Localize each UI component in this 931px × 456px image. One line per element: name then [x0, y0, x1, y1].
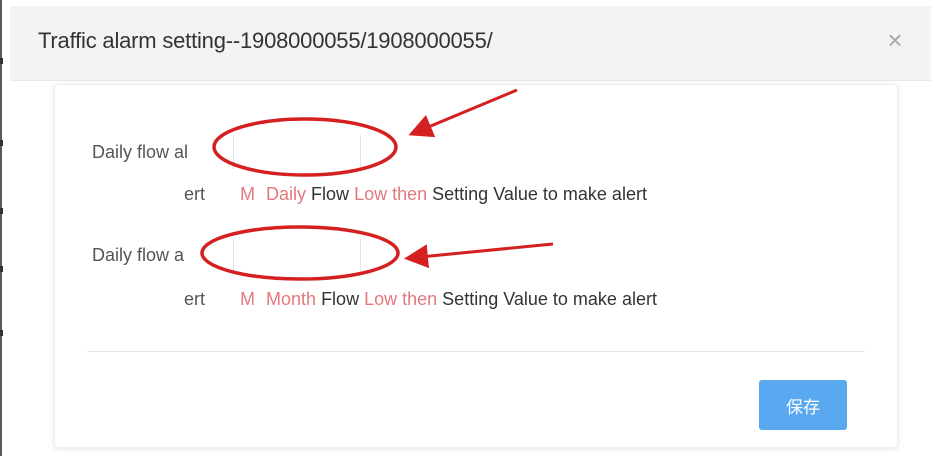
daily-flow-label: Daily flow al [92, 142, 189, 162]
dialog-header: Traffic alarm setting--1908000055/190800… [10, 6, 931, 81]
edge-tick [0, 330, 3, 336]
daily-flow-label-cont: ert [184, 184, 206, 204]
footer-divider [87, 351, 865, 352]
dialog-title: Traffic alarm setting--1908000055/190800… [38, 28, 493, 53]
hint-m: M [240, 184, 255, 204]
edge-tick [0, 208, 3, 214]
settings-panel: Daily flow al ert M Daily Flow Low then … [54, 84, 898, 448]
daily-flow-hint: M Daily Flow Low then Setting Value to m… [240, 184, 647, 205]
monthly-flow-input[interactable] [233, 239, 361, 273]
hint-flow: Flow [311, 184, 350, 204]
monthly-flow-label-cont: ert [184, 289, 206, 309]
edge-tick [0, 58, 3, 64]
hint-period: Month [266, 289, 317, 309]
hint-period: Daily [266, 184, 307, 204]
hint-condition: Low then [364, 289, 438, 309]
close-icon[interactable]: × [881, 26, 909, 54]
app-frame: Traffic alarm setting--1908000055/190800… [0, 0, 931, 456]
edge-tick [0, 266, 3, 272]
monthly-flow-hint: M Month Flow Low then Setting Value to m… [240, 289, 657, 310]
hint-flow: Flow [321, 289, 360, 309]
edge-tick [0, 140, 3, 146]
window-edge [0, 0, 2, 456]
hint-condition: Low then [354, 184, 428, 204]
save-button[interactable]: 保存 [759, 380, 847, 430]
hint-tail: Setting Value to make alert [442, 289, 657, 309]
hint-m: M [240, 289, 255, 309]
hint-tail: Setting Value to make alert [432, 184, 647, 204]
monthly-flow-label: Daily flow a [92, 245, 185, 265]
daily-flow-input[interactable] [233, 135, 361, 169]
